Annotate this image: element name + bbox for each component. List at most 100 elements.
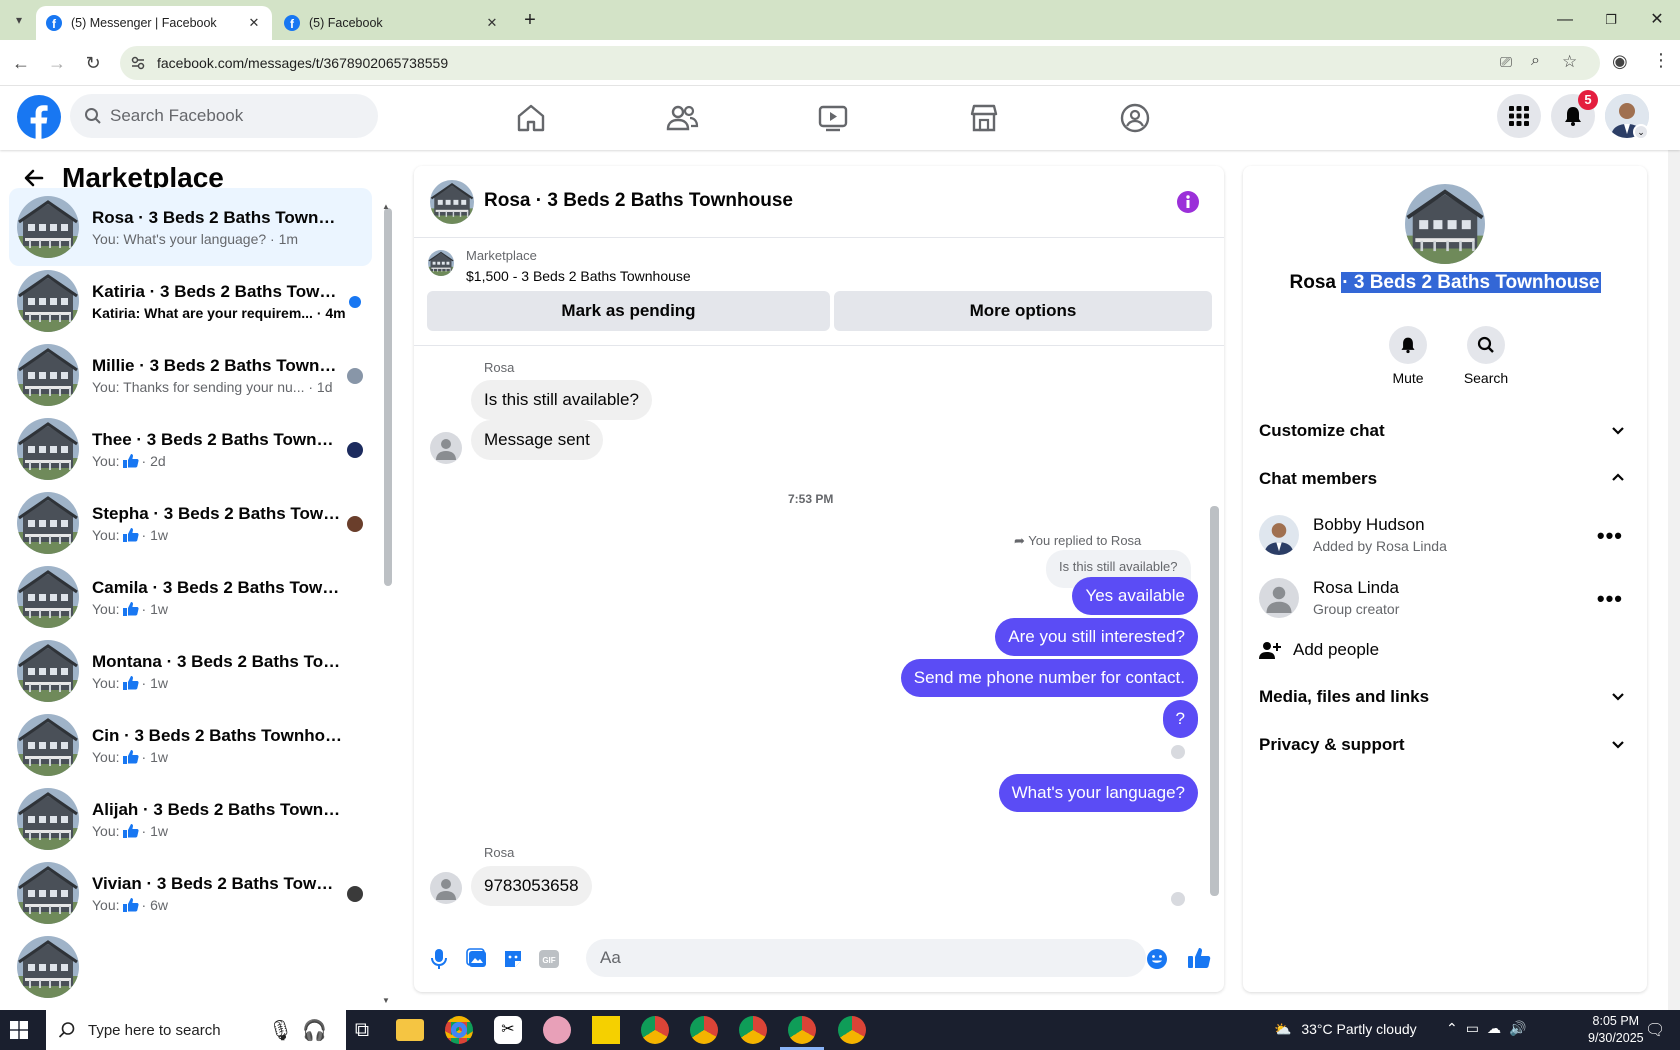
sticker-icon[interactable]	[502, 948, 524, 970]
listing-thumbnail[interactable]	[428, 250, 454, 276]
browser-menu-icon[interactable]: ⋮	[1652, 50, 1670, 71]
close-window-button[interactable]: ✕	[1647, 10, 1667, 30]
photo-icon[interactable]	[466, 948, 488, 970]
tab-facebook[interactable]: f (5) Facebook ✕	[274, 6, 510, 40]
windows-start-icon[interactable]	[10, 1021, 28, 1039]
site-info-icon[interactable]	[130, 55, 146, 71]
microphone-icon[interactable]	[430, 948, 448, 970]
new-tab-button[interactable]: +	[520, 10, 540, 30]
chrome-profile-icon[interactable]	[641, 1016, 669, 1044]
conversation-item[interactable]: Montana · 3 Beds 2 Baths Townh... You:· 1…	[9, 632, 372, 710]
incoming-message[interactable]: 9783053658	[471, 866, 592, 906]
omnibox[interactable]: facebook.com/messages/t/3678902065738559…	[120, 46, 1600, 80]
chat-scrollbar[interactable]	[1210, 506, 1219, 896]
conversation-item[interactable]: Millie · 3 Beds 2 Baths Townho... You: Th…	[9, 336, 372, 414]
bookmark-star-icon[interactable]: ☆	[1562, 52, 1577, 72]
file-explorer-icon[interactable]	[396, 1019, 424, 1041]
media-files-links-row[interactable]: Media, files and links	[1259, 677, 1631, 717]
home-icon[interactable]	[511, 98, 551, 138]
groups-icon[interactable]	[1115, 98, 1155, 138]
message-input[interactable]: Aa	[586, 939, 1146, 977]
notification-center-icon[interactable]: 🗨	[1645, 1020, 1665, 1040]
mark-as-pending-button[interactable]: Mark as pending	[427, 291, 830, 331]
sender-avatar[interactable]	[430, 432, 462, 464]
conversation-item[interactable]: Thee · 3 Beds 2 Baths Townho... You: · 2d	[9, 410, 372, 488]
conversation-item[interactable]: Katiria · 3 Beds 2 Baths Townh... Katiria…	[9, 262, 372, 340]
account-chevron-icon[interactable]: ⌄	[1633, 124, 1649, 140]
thumbs-up-send-icon[interactable]	[1187, 946, 1211, 970]
chrome-profile-icon[interactable]	[838, 1016, 866, 1044]
privacy-support-row[interactable]: Privacy & support	[1259, 725, 1631, 765]
close-tab-icon[interactable]: ✕	[484, 15, 500, 31]
back-icon[interactable]: ←	[10, 52, 32, 74]
chrome-profile-icon-active[interactable]	[788, 1016, 816, 1044]
emoji-icon[interactable]	[1146, 948, 1168, 970]
clock[interactable]: 8:05 PM 9/30/2025	[1588, 1013, 1644, 1047]
member-avatar[interactable]	[1259, 578, 1299, 618]
more-options-button[interactable]: More options	[834, 291, 1212, 331]
watch-video-icon[interactable]	[813, 98, 853, 138]
friends-icon[interactable]	[662, 98, 702, 138]
tab-search-icon[interactable]: ▾	[8, 9, 30, 31]
conversation-item[interactable]: Stepha · 3 Beds 2 Baths Town... You: · 1w	[9, 484, 372, 562]
outgoing-message[interactable]: What's your language?	[998, 774, 1198, 812]
tab-messenger[interactable]: f (5) Messenger | Facebook ✕	[36, 6, 272, 40]
group-photo[interactable]	[1405, 184, 1485, 264]
close-tab-icon[interactable]: ✕	[246, 15, 262, 31]
chat-header-thumbnail[interactable]	[430, 180, 474, 224]
outgoing-message[interactable]: ?	[1162, 700, 1198, 738]
member-options-icon[interactable]: •••	[1597, 588, 1623, 610]
app-icon[interactable]	[543, 1016, 571, 1044]
customize-chat-row[interactable]: Customize chat	[1259, 411, 1631, 451]
tray-icons[interactable]: ⌃▭☁🔊	[1446, 1020, 1534, 1037]
member-rosa-linda[interactable]: Rosa Linda Group creator •••	[1259, 572, 1631, 628]
scroll-down-arrow-icon[interactable]: ▼	[382, 996, 390, 1005]
mute-button[interactable]: Mute	[1381, 326, 1435, 386]
conversation-item[interactable]: Cin · 3 Beds 2 Baths Townhouse You: · 1w	[9, 706, 372, 784]
group-name[interactable]: Rosa · 3 Beds 2 Baths Townhouse	[1243, 272, 1647, 294]
marketplace-icon[interactable]	[964, 98, 1004, 138]
conversation-item[interactable]: Vivian · 3 Beds 2 Baths Townh... You: · 6w	[9, 854, 372, 932]
chrome-icon[interactable]	[445, 1016, 473, 1044]
minimize-button[interactable]: —	[1555, 10, 1575, 30]
install-app-icon[interactable]: ⎚	[1500, 54, 1512, 71]
member-avatar[interactable]	[1259, 515, 1299, 555]
conversation-item[interactable]: Rosa · 3 Beds 2 Baths Townhouse You: What…	[9, 188, 372, 266]
listing-title[interactable]: $1,500 - 3 Beds 2 Baths Townhouse	[466, 268, 691, 284]
chat-title[interactable]: Rosa · 3 Beds 2 Baths Townhouse	[484, 190, 793, 212]
weather-widget[interactable]: ⛅ 33°C Partly cloudy	[1274, 1021, 1417, 1038]
gif-icon[interactable]: GIF	[538, 948, 560, 970]
facebook-logo-icon[interactable]	[17, 95, 61, 139]
forward-icon[interactable]: →	[46, 52, 68, 74]
conversation-item[interactable]	[9, 928, 372, 1006]
sender-avatar[interactable]	[430, 872, 462, 904]
conversation-item[interactable]: Camila · 3 Beds 2 Baths Townho... You: · 1…	[9, 558, 372, 636]
incoming-message[interactable]: Message sent	[471, 420, 603, 460]
task-view-icon[interactable]: ⧉	[348, 1016, 376, 1044]
page-scrollbar[interactable]	[1668, 150, 1680, 1010]
conversation-item[interactable]: Alijah · 3 Beds 2 Baths Townhouse You:· 1…	[9, 780, 372, 858]
profile-icon[interactable]: ◉	[1612, 51, 1628, 72]
outgoing-message[interactable]: Send me phone number for contact.	[900, 659, 1198, 697]
outgoing-message[interactable]: Yes available	[1072, 577, 1198, 615]
maximize-button[interactable]: ❐	[1601, 10, 1621, 30]
conversation-info-icon[interactable]	[1177, 191, 1199, 213]
taskbar-search-box[interactable]: Type here to search 🎙 🎧	[46, 1010, 346, 1050]
back-arrow-icon[interactable]	[22, 166, 46, 190]
facebook-search-input[interactable]: Search Facebook	[70, 94, 378, 138]
member-bobby-hudson[interactable]: Bobby Hudson Added by Rosa Linda •••	[1259, 509, 1631, 565]
outgoing-message[interactable]: Are you still interested?	[995, 618, 1198, 656]
sticky-notes-icon[interactable]	[592, 1016, 620, 1044]
zoom-icon[interactable]: ⌕	[1531, 52, 1540, 70]
scroll-up-arrow-icon[interactable]: ▲	[382, 202, 390, 211]
chat-members-row[interactable]: Chat members	[1259, 459, 1631, 499]
incoming-message[interactable]: Is this still available?	[471, 380, 652, 420]
sidebar-scrollbar[interactable]	[384, 208, 392, 586]
menu-grid-button[interactable]	[1497, 94, 1541, 138]
member-options-icon[interactable]: •••	[1597, 525, 1623, 547]
add-people-row[interactable]: Add people	[1259, 630, 1631, 670]
search-in-conversation-button[interactable]: Search	[1456, 326, 1516, 386]
reload-icon[interactable]: ↻	[82, 52, 104, 74]
capcut-icon[interactable]: ✂	[494, 1016, 522, 1044]
chrome-profile-icon[interactable]	[690, 1016, 718, 1044]
